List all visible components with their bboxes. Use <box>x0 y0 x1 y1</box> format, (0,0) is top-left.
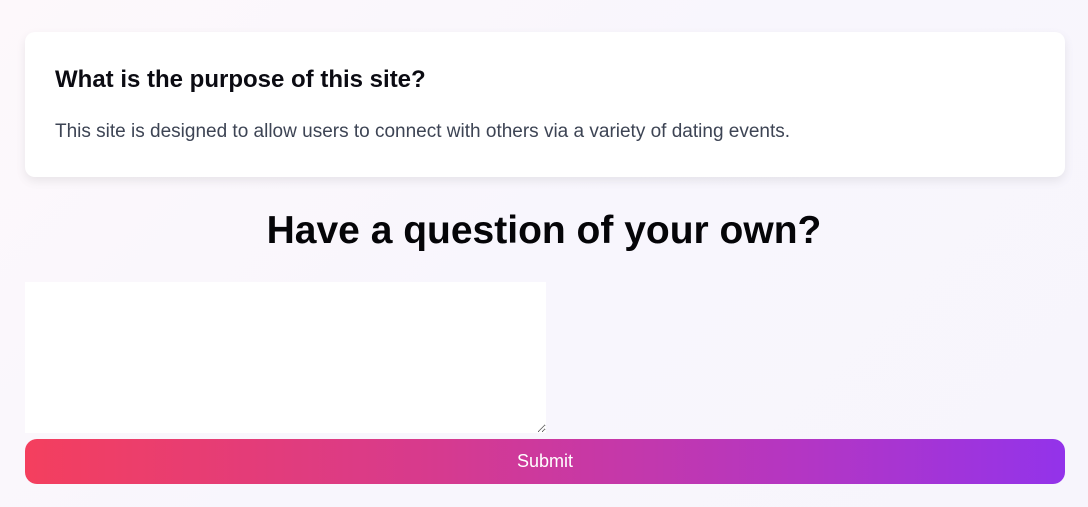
faq-question: What is the purpose of this site? <box>55 66 426 93</box>
faq-card: What is the purpose of this site? This s… <box>25 32 1065 177</box>
faq-answer: This site is designed to allow users to … <box>55 121 791 142</box>
ask-question-heading: Have a question of your own? <box>266 209 822 252</box>
question-textarea[interactable] <box>25 282 546 433</box>
submit-button[interactable]: Submit <box>25 439 1065 484</box>
